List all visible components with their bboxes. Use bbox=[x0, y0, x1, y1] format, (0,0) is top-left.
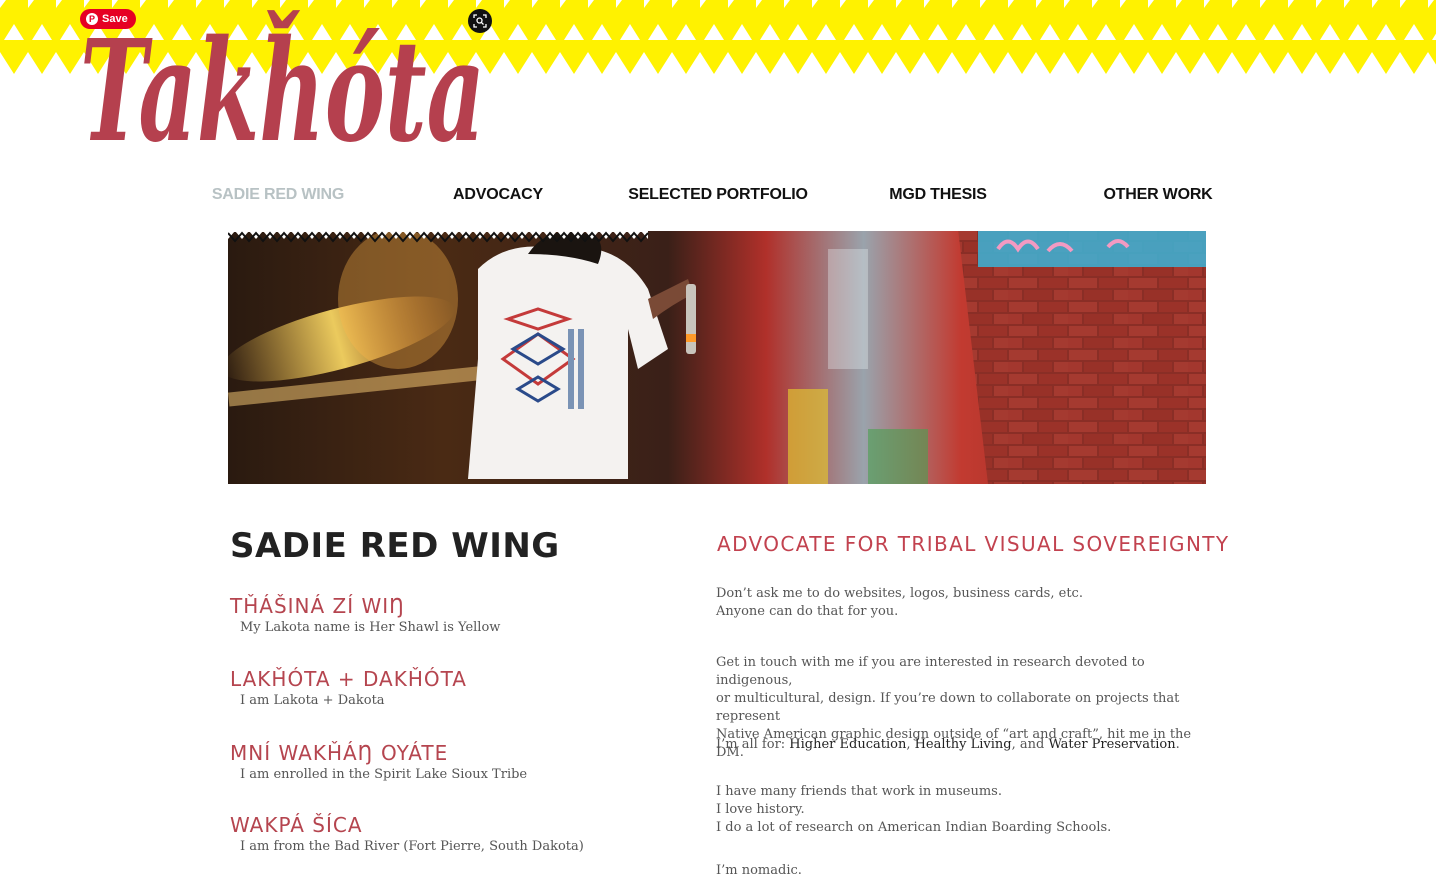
hero-graffiti-photo bbox=[228, 229, 1206, 484]
text-line: Anyone can do that for you. bbox=[716, 604, 899, 619]
save-label: Save bbox=[102, 13, 128, 25]
cause-healthy-living: Healthy Living bbox=[914, 737, 1012, 752]
nav-mgd-thesis[interactable]: MGD THESIS bbox=[828, 186, 1048, 204]
text-prefix: I’m all for: bbox=[716, 737, 790, 752]
paragraph-history: I have many friends that work in museums… bbox=[716, 783, 1216, 837]
paragraph-nomadic: I’m nomadic. bbox=[716, 862, 1216, 880]
text-line: Don’t ask me to do websites, logos, busi… bbox=[716, 586, 1083, 601]
pinterest-icon: P bbox=[86, 13, 98, 25]
logo-text: Takȟóta bbox=[80, 9, 485, 155]
advocate-heading: ADVOCATE FOR TRIBAL VISUAL SOVEREIGNTY bbox=[717, 532, 1230, 556]
fact-heading: LAKȞÓTA + DAKȞÓTA bbox=[230, 667, 467, 691]
cause-higher-education: Higher Education bbox=[789, 737, 907, 752]
fact-text: I am from the Bad River (Fort Pierre, So… bbox=[240, 839, 584, 854]
main-navigation: SADIE RED WING ADVOCACY SELECTED PORTFOL… bbox=[168, 186, 1268, 208]
profile-name-heading: SADIE RED WING bbox=[230, 526, 560, 566]
text-line: Get in touch with me if you are interest… bbox=[716, 655, 1145, 688]
fact-heritage: LAKȞÓTA + DAKȞÓTA I am Lakota + Dakota bbox=[230, 667, 650, 708]
separator: . bbox=[1175, 737, 1180, 752]
fact-heading: MNÍ WAKȞÁŊ OYÁTE bbox=[230, 741, 449, 765]
text-line: I have many friends that work in museums… bbox=[716, 784, 1002, 799]
paragraph-all-for: I’m all for: Higher Education, Healthy L… bbox=[716, 736, 1216, 754]
text-line: I love history. bbox=[716, 802, 805, 817]
text-line: I do a lot of research on American India… bbox=[716, 820, 1112, 835]
text-line: or multicultural, design. If you’re down… bbox=[716, 691, 1180, 724]
separator: , and bbox=[1011, 737, 1049, 752]
nav-advocacy[interactable]: ADVOCACY bbox=[388, 186, 608, 204]
fact-text: I am enrolled in the Spirit Lake Sioux T… bbox=[240, 767, 528, 782]
takhota-logo[interactable]: Takȟóta bbox=[80, 5, 500, 155]
fact-lakota-name: TȞÁŠINÁ ZÍ WIŊ My Lakota name is Her Sha… bbox=[230, 594, 650, 635]
cause-water-preservation: Water Preservation bbox=[1048, 737, 1176, 752]
nav-selected-portfolio[interactable]: SELECTED PORTFOLIO bbox=[608, 186, 828, 204]
visual-search-icon bbox=[473, 14, 487, 28]
fact-hometown: WAKPÁ ŠÍCA I am from the Bad River (Fort… bbox=[230, 813, 650, 854]
fact-heading: TȞÁŠINÁ ZÍ WIŊ bbox=[230, 594, 406, 618]
pinterest-save-button[interactable]: P Save bbox=[80, 9, 136, 29]
fact-text: My Lakota name is Her Shawl is Yellow bbox=[240, 620, 501, 635]
fact-tribe: MNÍ WAKȞÁŊ OYÁTE I am enrolled in the Sp… bbox=[230, 741, 650, 782]
nav-other-work[interactable]: OTHER WORK bbox=[1048, 186, 1268, 204]
fact-heading: WAKPÁ ŠÍCA bbox=[230, 813, 363, 837]
visual-search-button[interactable] bbox=[468, 9, 492, 33]
paragraph-no-websites: Don’t ask me to do websites, logos, busi… bbox=[716, 585, 1216, 621]
nav-sadie-red-wing[interactable]: SADIE RED WING bbox=[168, 186, 388, 204]
fact-text: I am Lakota + Dakota bbox=[240, 693, 385, 708]
text-line: I’m nomadic. bbox=[716, 863, 802, 878]
separator: , bbox=[906, 737, 915, 752]
